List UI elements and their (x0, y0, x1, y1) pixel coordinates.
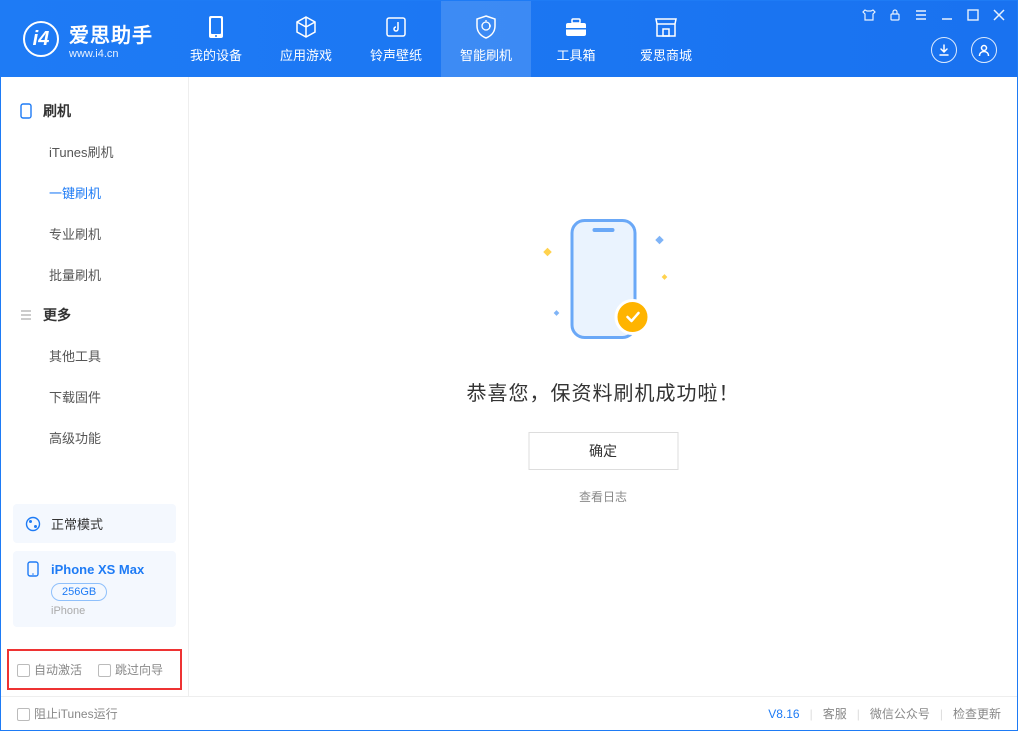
nav-tabs: 我的设备 应用游戏 铃声壁纸 智能刷机 工具箱 爱思商城 (171, 1, 711, 77)
nav-label: 智能刷机 (460, 45, 512, 64)
nav-label: 铃声壁纸 (370, 45, 422, 64)
app-title: 爱思助手 (69, 19, 153, 48)
checkbox-auto-activate[interactable]: 自动激活 (17, 661, 82, 678)
cube-icon (294, 15, 318, 39)
list-icon (19, 308, 33, 322)
close-icon[interactable] (991, 7, 1007, 23)
success-illustration (558, 219, 648, 349)
app-header: i4 爱思助手 www.i4.cn 我的设备 应用游戏 铃声壁纸 智能刷机 (1, 1, 1017, 77)
store-icon (654, 15, 678, 39)
check-icon (614, 299, 650, 335)
phone-icon (19, 104, 33, 118)
nav-label: 应用游戏 (280, 45, 332, 64)
nav-label: 爱思商城 (640, 45, 692, 64)
wechat-link[interactable]: 微信公众号 (870, 705, 930, 722)
menu-icon[interactable] (913, 7, 929, 23)
nav-label: 工具箱 (556, 45, 595, 64)
skin-icon[interactable] (861, 7, 877, 23)
sidebar-item-itunes-flash[interactable]: iTunes刷机 (1, 131, 188, 172)
check-update-link[interactable]: 检查更新 (953, 705, 1001, 722)
nav-label: 我的设备 (190, 45, 242, 64)
options-highlight-box: 自动激活 跳过向导 (7, 649, 182, 690)
download-icon[interactable] (931, 37, 957, 63)
device-type: iPhone (51, 605, 164, 617)
sidebar-group-flash[interactable]: 刷机 (1, 91, 188, 131)
user-icon[interactable] (971, 37, 997, 63)
group-label: 更多 (43, 305, 71, 325)
shield-icon (474, 15, 498, 39)
minimize-icon[interactable] (939, 7, 955, 23)
nav-tab-toolbox[interactable]: 工具箱 (531, 1, 621, 77)
checkbox-icon (17, 708, 30, 721)
nav-tab-flash[interactable]: 智能刷机 (441, 1, 531, 77)
checkbox-icon (98, 664, 111, 677)
view-log-link[interactable]: 查看日志 (579, 488, 627, 505)
nav-tab-apps[interactable]: 应用游戏 (261, 1, 351, 77)
sidebar-item-batch-flash[interactable]: 批量刷机 (1, 254, 188, 295)
nav-tab-ringtones[interactable]: 铃声壁纸 (351, 1, 441, 77)
main-content: 恭喜您，保资料刷机成功啦！ 确定 查看日志 (189, 77, 1017, 696)
header-actions (931, 37, 997, 63)
mode-label: 正常模式 (51, 514, 103, 533)
music-icon (384, 15, 408, 39)
sidebar-group-more[interactable]: 更多 (1, 295, 188, 335)
window-controls (861, 7, 1007, 23)
group-label: 刷机 (43, 101, 71, 121)
checkbox-block-itunes[interactable]: 阻止iTunes运行 (17, 705, 118, 722)
maximize-icon[interactable] (965, 7, 981, 23)
device-card[interactable]: iPhone XS Max 256GB iPhone (13, 551, 176, 627)
sidebar-item-download-firmware[interactable]: 下载固件 (1, 376, 188, 417)
app-subtitle: www.i4.cn (69, 48, 153, 60)
success-message: 恭喜您，保资料刷机成功啦！ (467, 377, 740, 406)
sidebar-item-pro-flash[interactable]: 专业刷机 (1, 213, 188, 254)
storage-badge: 256GB (51, 583, 107, 601)
device-name: iPhone XS Max (51, 562, 144, 577)
status-bar: 阻止iTunes运行 V8.16 | 客服 | 微信公众号 | 检查更新 (1, 696, 1017, 730)
lock-icon[interactable] (887, 7, 903, 23)
phone-icon (25, 561, 41, 577)
mode-icon (25, 516, 41, 532)
device-icon (204, 15, 228, 39)
device-mode-card[interactable]: 正常模式 (13, 504, 176, 543)
sidebar-item-oneclick-flash[interactable]: 一键刷机 (1, 172, 188, 213)
sidebar-item-advanced[interactable]: 高级功能 (1, 417, 188, 458)
sidebar: 刷机 iTunes刷机 一键刷机 专业刷机 批量刷机 更多 其他工具 下载固件 … (1, 77, 189, 696)
nav-tab-store[interactable]: 爱思商城 (621, 1, 711, 77)
app-logo-icon: i4 (23, 21, 59, 57)
logo-area: i4 爱思助手 www.i4.cn (1, 1, 171, 77)
version-label: V8.16 (768, 707, 799, 721)
ok-button[interactable]: 确定 (528, 432, 678, 470)
checkbox-skip-guide[interactable]: 跳过向导 (98, 661, 163, 678)
checkbox-icon (17, 664, 30, 677)
toolbox-icon (564, 15, 588, 39)
nav-tab-my-device[interactable]: 我的设备 (171, 1, 261, 77)
sidebar-item-other-tools[interactable]: 其他工具 (1, 335, 188, 376)
support-link[interactable]: 客服 (823, 705, 847, 722)
